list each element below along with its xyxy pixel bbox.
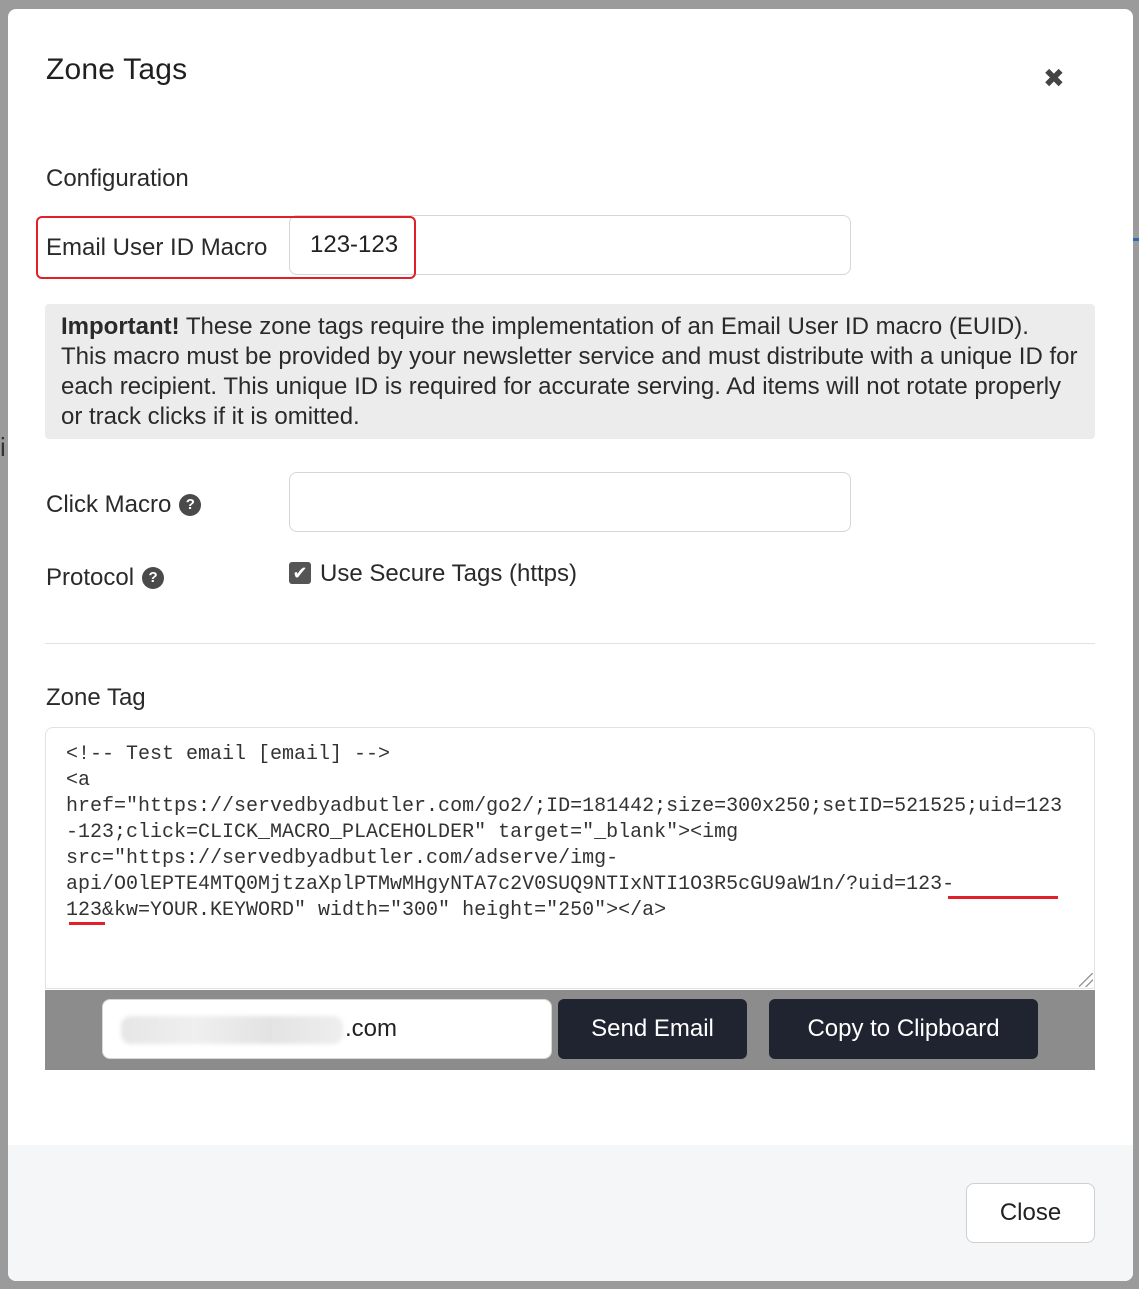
click-macro-input[interactable] (289, 472, 851, 532)
resize-handle-icon[interactable] (1079, 973, 1093, 987)
click-macro-label: Click Macro ? (46, 491, 202, 519)
modal-title: Zone Tags (46, 53, 188, 86)
help-icon[interactable]: ? (142, 567, 165, 589)
protocol-label-text: Protocol (46, 564, 135, 591)
notice-bold: Important! (61, 313, 180, 340)
close-icon[interactable]: ✖ (1043, 65, 1065, 91)
configuration-heading: Configuration (46, 165, 189, 192)
annotation-underline-uid (948, 896, 1058, 899)
recipient-email-input[interactable]: .com (102, 999, 552, 1059)
secure-tags-checkbox[interactable]: ✔ (289, 562, 311, 584)
copy-to-clipboard-button[interactable]: Copy to Clipboard (769, 999, 1038, 1059)
backdrop-accent-line (1133, 238, 1139, 241)
backdrop-text-fragment: i (0, 432, 6, 462)
secure-tags-label[interactable]: Use Secure Tags (https) (320, 560, 577, 588)
email-suffix: .com (345, 1015, 398, 1042)
zone-tag-code-textarea[interactable]: <!-- Test email [email] --> <a href="htt… (45, 727, 1095, 989)
click-macro-label-text: Click Macro (46, 491, 172, 518)
zone-tag-heading: Zone Tag (46, 684, 146, 711)
redacted-email-blur (121, 1015, 343, 1044)
close-button[interactable]: Close (966, 1183, 1095, 1243)
protocol-label: Protocol ? (46, 564, 165, 592)
important-notice: Important! These zone tags require the i… (45, 304, 1095, 439)
send-email-button[interactable]: Send Email (558, 999, 747, 1059)
notice-text: These zone tags require the implementati… (61, 313, 1078, 430)
annotation-underline-uid-cont (69, 922, 105, 925)
email-user-id-label: Email User ID Macro (46, 234, 267, 262)
email-user-id-input[interactable]: 123-123 (289, 215, 851, 275)
section-divider (45, 643, 1095, 644)
modal-footer (8, 1145, 1133, 1281)
help-icon[interactable]: ? (179, 494, 202, 516)
email-user-id-label-text: Email User ID Macro (46, 234, 268, 261)
zone-tags-modal: Zone Tags ✖ Configuration Email User ID … (8, 9, 1133, 1281)
